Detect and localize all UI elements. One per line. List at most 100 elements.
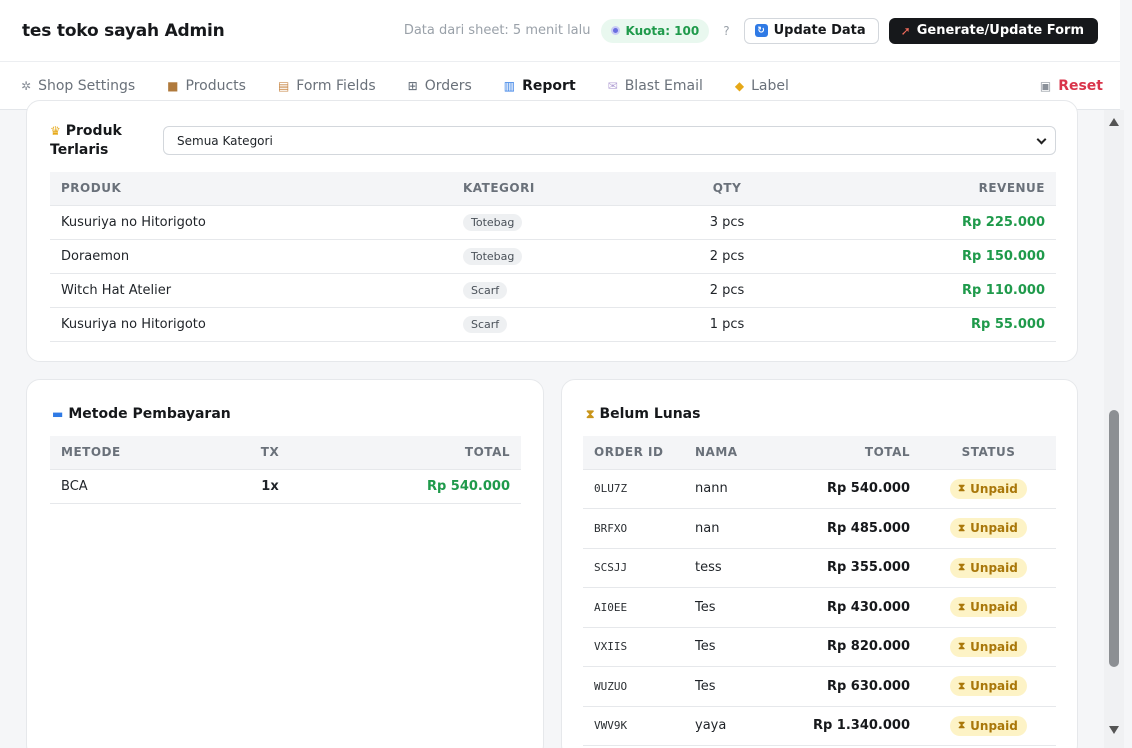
table-row: VWV9K yaya Rp 1.340.000 ⧗ Unpaid	[583, 706, 1056, 746]
hourglass-icon: ⧗	[958, 483, 966, 495]
payment-methods-card: ▬ Metode Pembayaran METODE TX TOTAL BCA 1…	[26, 379, 544, 748]
quota-dot-icon	[610, 26, 620, 35]
order-id: BRFXO	[583, 508, 684, 549]
order-id: WUZUO	[583, 666, 684, 707]
customer-name: Tes	[684, 627, 776, 667]
product-qty: 2 pcs	[652, 239, 802, 274]
update-data-label: Update Data	[773, 23, 866, 38]
hourglass-icon: ⧗	[586, 407, 595, 421]
help-icon[interactable]: ?	[723, 24, 729, 38]
generate-form-button[interactable]: ➚ Generate/Update Form	[888, 17, 1098, 44]
trash-icon: ▣	[1039, 78, 1052, 93]
customer-name: tess	[684, 548, 776, 588]
column-header-product: PRODUK	[50, 172, 452, 206]
product-revenue: Rp 225.000	[802, 205, 1056, 240]
product-name: Kusuriya no Hitorigoto	[50, 307, 452, 342]
category-select-value: Semua Kategori	[177, 133, 273, 148]
chevron-down-icon	[1036, 134, 1047, 145]
quota-label: Kuota: 100	[625, 23, 700, 38]
customer-name: nan	[684, 508, 776, 549]
hourglass-icon: ⧗	[958, 522, 966, 534]
status-label: Unpaid	[970, 639, 1018, 654]
customer-name: yaya	[684, 706, 776, 746]
tab-blast-email-label: Blast Email	[624, 77, 703, 94]
scroll-up-arrow-icon[interactable]	[1109, 118, 1119, 126]
product-qty: 1 pcs	[652, 307, 802, 342]
chart-icon: ▥	[503, 78, 516, 93]
status-badge: ⧗ Unpaid	[950, 557, 1027, 578]
category-select[interactable]: Semua Kategori	[163, 126, 1056, 155]
order-total: Rp 1.340.000	[776, 706, 921, 746]
status-label: Unpaid	[970, 521, 1018, 536]
status-badge: ⧗ Unpaid	[950, 676, 1027, 697]
table-row: BRFXO nan Rp 485.000 ⧗ Unpaid	[583, 508, 1056, 549]
clipboard-icon: ▤	[277, 78, 290, 93]
top-bar: tes toko sayah Admin Data dari sheet: 5 …	[0, 0, 1120, 62]
hourglass-icon: ⧗	[958, 601, 966, 613]
unpaid-orders-title: ⧗ Belum Lunas	[586, 405, 700, 424]
product-name: Witch Hat Atelier	[50, 273, 452, 308]
status-badge: ⧗ Unpaid	[950, 715, 1027, 736]
product-name: Kusuriya no Hitorigoto	[50, 205, 452, 240]
order-total: Rp 355.000	[776, 548, 921, 588]
tab-products-label: Products	[185, 77, 246, 94]
tab-form-fields-label: Form Fields	[296, 77, 376, 94]
payment-total: Rp 540.000	[305, 469, 521, 504]
table-row: Witch Hat Atelier Scarf 2 pcs Rp 110.000	[50, 273, 1056, 308]
table-header-row: ORDER ID NAMA TOTAL STATUS	[583, 436, 1056, 470]
credit-card-icon: ▬	[52, 407, 64, 421]
hourglass-icon: ⧗	[958, 720, 966, 732]
column-header-total: TOTAL	[305, 436, 521, 470]
unpaid-orders-table: ORDER ID NAMA TOTAL STATUS 0LU7Z nann Rp…	[583, 436, 1056, 746]
category-badge: Totebag	[463, 247, 523, 265]
sync-status: Data dari sheet: 5 menit lalu	[403, 23, 591, 38]
best-sellers-table: PRODUK KATEGORI QTY REVENUE Kusuriya no …	[50, 172, 1056, 342]
status-badge: ⧗ Unpaid	[950, 597, 1027, 618]
product-revenue: Rp 55.000	[802, 307, 1056, 342]
hourglass-icon: ⧗	[958, 641, 966, 653]
column-header-name: NAMA	[684, 436, 776, 470]
page-scrollbar[interactable]	[1104, 110, 1124, 748]
top-right-actions: Data dari sheet: 5 menit lalu Kuota: 100…	[403, 17, 1098, 44]
status-badge: ⧗ Unpaid	[950, 636, 1027, 657]
status-badge: ⧗ Unpaid	[950, 518, 1027, 539]
status-label: Unpaid	[970, 560, 1018, 575]
order-id: VWV9K	[583, 706, 684, 746]
table-header-row: PRODUK KATEGORI QTY REVENUE	[50, 172, 1056, 206]
table-row: Kusuriya no Hitorigoto Scarf 1 pcs Rp 55…	[50, 307, 1056, 342]
scroll-down-arrow-icon[interactable]	[1109, 726, 1119, 734]
box-icon: ■	[167, 78, 179, 93]
column-header-tx: TX	[235, 436, 305, 470]
best-sellers-title-line1: Produk	[65, 123, 122, 139]
status-label: Unpaid	[970, 718, 1018, 733]
status-label: Unpaid	[970, 481, 1018, 496]
customer-name: Tes	[684, 666, 776, 707]
best-sellers-card: ♛ Produk Terlaris Semua Kategori PRODUK K…	[26, 100, 1078, 362]
column-header-category: KATEGORI	[452, 172, 652, 206]
category-badge: Totebag	[463, 213, 523, 231]
table-header-row: METODE TX TOTAL	[50, 436, 521, 470]
table-row: SCSJJ tess Rp 355.000 ⧗ Unpaid	[583, 548, 1056, 588]
order-id: 0LU7Z	[583, 469, 684, 509]
product-qty: 2 pcs	[652, 273, 802, 308]
column-header-revenue: REVENUE	[802, 172, 1056, 206]
tab-label-label: Label	[751, 77, 789, 94]
table-row: Kusuriya no Hitorigoto Totebag 3 pcs Rp …	[50, 205, 1056, 240]
category-badge: Scarf	[463, 281, 508, 299]
order-total: Rp 485.000	[776, 508, 921, 549]
order-id: AI0EE	[583, 587, 684, 628]
generate-form-label: Generate/Update Form	[916, 23, 1084, 38]
order-total: Rp 820.000	[776, 627, 921, 667]
payment-method: BCA	[50, 469, 235, 504]
column-header-method: METODE	[50, 436, 235, 470]
scrollbar-thumb[interactable]	[1109, 410, 1119, 667]
best-sellers-title-line2: Terlaris	[50, 142, 109, 158]
product-name: Doraemon	[50, 239, 452, 274]
payment-methods-title: ▬ Metode Pembayaran	[52, 405, 231, 424]
mail-icon: ✉	[607, 78, 618, 93]
product-revenue: Rp 110.000	[802, 273, 1056, 308]
column-header-total: TOTAL	[776, 436, 921, 470]
gear-icon: ✲	[21, 78, 32, 93]
tab-orders-label: Orders	[424, 77, 472, 94]
update-data-button[interactable]: ↻ Update Data	[743, 17, 879, 44]
